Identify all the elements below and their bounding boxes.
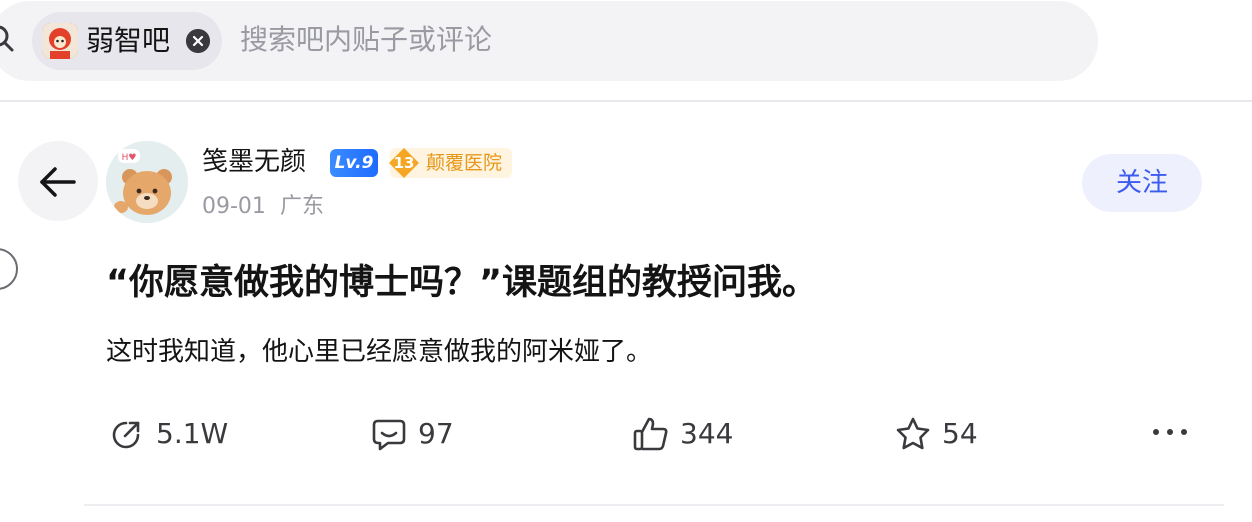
search-icon[interactable] [0, 24, 16, 54]
favorite-count: 54 [942, 417, 978, 450]
like-action[interactable]: 344 [632, 412, 733, 456]
more-options-icon[interactable] [1150, 420, 1190, 444]
post-body: 这时我知道，他心里已经愿意做我的阿米娅了。 [106, 337, 653, 367]
clear-forum-icon[interactable] [186, 29, 210, 53]
forum-chip-label: 弱智吧 [86, 24, 171, 57]
forum-avatar-icon [42, 23, 78, 59]
post-location: 广东 [280, 194, 325, 219]
list-icon[interactable] [0, 246, 20, 292]
rank-title: 颠覆医院 [426, 152, 503, 174]
share-action[interactable]: 5.1W [108, 412, 228, 456]
header-divider [0, 100, 1252, 102]
star-icon [896, 417, 930, 450]
svg-text:H♥: H♥ [122, 153, 137, 163]
like-count: 344 [680, 417, 734, 450]
author-avatar[interactable]: H♥ [106, 141, 188, 223]
arrow-left-icon [40, 167, 76, 197]
share-count: 5.1W [156, 417, 229, 450]
rank-number: 13 [393, 154, 415, 172]
favorite-action[interactable]: 54 [894, 412, 978, 456]
comment-icon [372, 419, 406, 451]
comment-count: 97 [418, 417, 454, 450]
comment-action[interactable]: 97 [370, 412, 454, 456]
author-name[interactable]: 笺墨无颜 [202, 145, 306, 179]
follow-button[interactable]: 关注 [1082, 154, 1202, 212]
thumbs-up-icon [633, 417, 668, 451]
post-divider [84, 504, 1224, 506]
post-title: “你愿意做我的博士吗？”课题组的教授问我。 [106, 263, 818, 303]
share-icon [112, 421, 140, 449]
search-input[interactable]: 搜索吧内贴子或评论 [240, 21, 492, 59]
level-badge: Lv.9 [330, 149, 378, 177]
post-date: 09-01 [202, 194, 266, 219]
back-button[interactable] [18, 141, 98, 221]
